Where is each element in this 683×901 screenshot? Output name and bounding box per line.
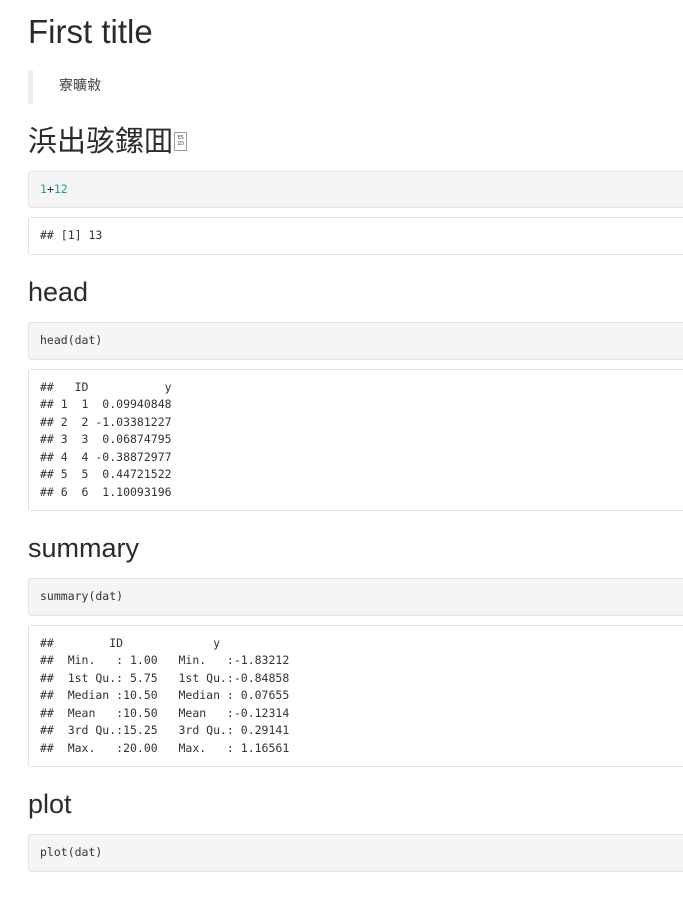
code-chunk-input-summary[interactable]: summary(dat) [28, 578, 683, 616]
control-picture-line2: 1D [177, 140, 184, 147]
code-output-head-content: ## ID y ## 1 1 0.09940848 ## 2 2 -1.0338… [40, 379, 172, 499]
code-chunk-input-head[interactable]: head(dat) [28, 322, 683, 360]
code-input-plot-content: plot(dat) [40, 845, 103, 860]
code-input-1-content: 1+12 [40, 182, 68, 196]
code-token-number: 1 [40, 181, 47, 196]
rmarkdown-document: First title 寮曠敹 浜出骇鏍囬 ES 1D 1+12 ## [1] 13… [0, 0, 683, 872]
section-heading-plot: plot [28, 789, 72, 820]
code-token-operator: + [46, 181, 54, 196]
code-token-number: 12 [53, 181, 68, 196]
code-output-1-content: ## [1] 13 [40, 228, 103, 243]
code-chunk-output-1: ## [1] 13 [28, 217, 683, 255]
blockquote-text: 寮曠敹 [59, 78, 101, 95]
code-input-head-content: head(dat) [40, 333, 103, 348]
code-chunk-output-head: ## ID y ## 1 1 0.09940848 ## 2 2 -1.0338… [28, 368, 683, 512]
blockquote: 寮曠敹 [28, 70, 683, 104]
section-heading-summary: summary [28, 533, 140, 564]
section-heading-cjk: 浜出骇鏍囬 ES 1D [28, 125, 683, 158]
section-heading-cjk-text: 浜出骇鏍囬 [28, 125, 174, 158]
code-chunk-input-plot[interactable]: plot(dat) [28, 834, 683, 872]
code-chunk-input-1[interactable]: 1+12 [28, 170, 683, 209]
code-input-summary-content: summary(dat) [40, 589, 124, 604]
page-title: First title [28, 13, 153, 50]
control-picture-icon: ES 1D [174, 131, 188, 151]
code-output-summary-content: ## ID y ## Min. : 1.00 Min. :-1.83212 ##… [40, 635, 290, 755]
code-chunk-output-summary: ## ID y ## Min. : 1.00 Min. :-1.83212 ##… [28, 624, 683, 768]
section-heading-head: head [28, 276, 89, 307]
